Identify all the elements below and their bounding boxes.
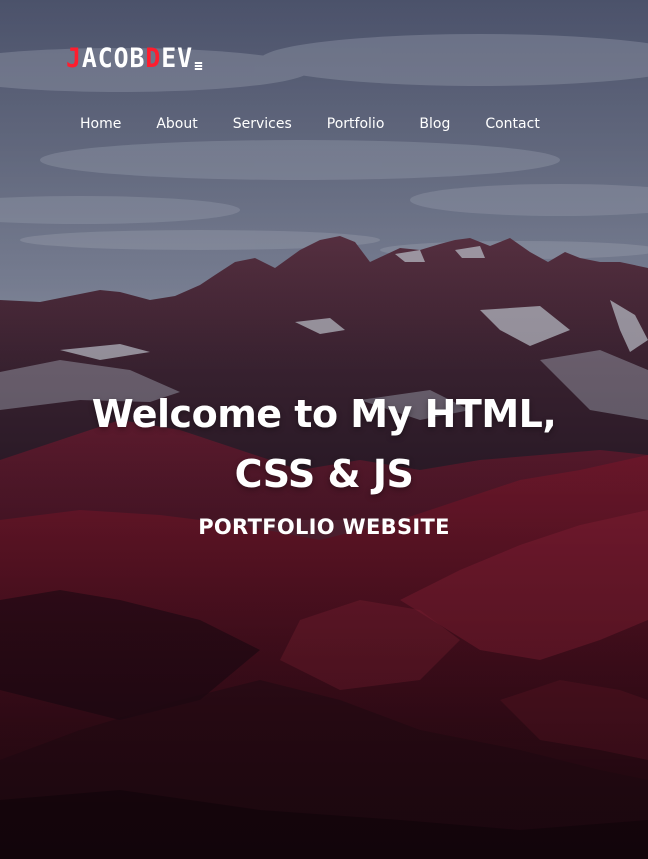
hero-headline-line1: Welcome to My HTML,: [91, 392, 557, 436]
main-navigation: Home About Services Portfolio Blog Conta…: [80, 114, 540, 134]
nav-link-portfolio[interactable]: Portfolio: [327, 114, 385, 134]
nav-link-blog[interactable]: Blog: [419, 114, 450, 134]
nav-link-contact[interactable]: Contact: [485, 114, 539, 134]
logo-letter-j: J: [66, 43, 82, 74]
logo-letter-d: D: [145, 43, 162, 74]
logo-letters-ev: EV: [161, 43, 194, 74]
hero-headline: Welcome to My HTML, CSS & JS: [0, 384, 648, 504]
hero-section: J ACOB D EV Home About Services Portfoli…: [0, 0, 648, 859]
nav-link-services[interactable]: Services: [233, 114, 292, 134]
hamburger-icon: [194, 62, 203, 70]
nav-link-about[interactable]: About: [156, 114, 197, 134]
hero-subheading: PORTFOLIO WEBSITE: [198, 515, 450, 539]
nav-link-home[interactable]: Home: [80, 114, 121, 134]
logo-letters-acob: ACOB: [81, 43, 146, 74]
hero-headline-line2: CSS & JS: [234, 452, 414, 496]
brand-logo[interactable]: J ACOB D EV: [66, 40, 203, 74]
